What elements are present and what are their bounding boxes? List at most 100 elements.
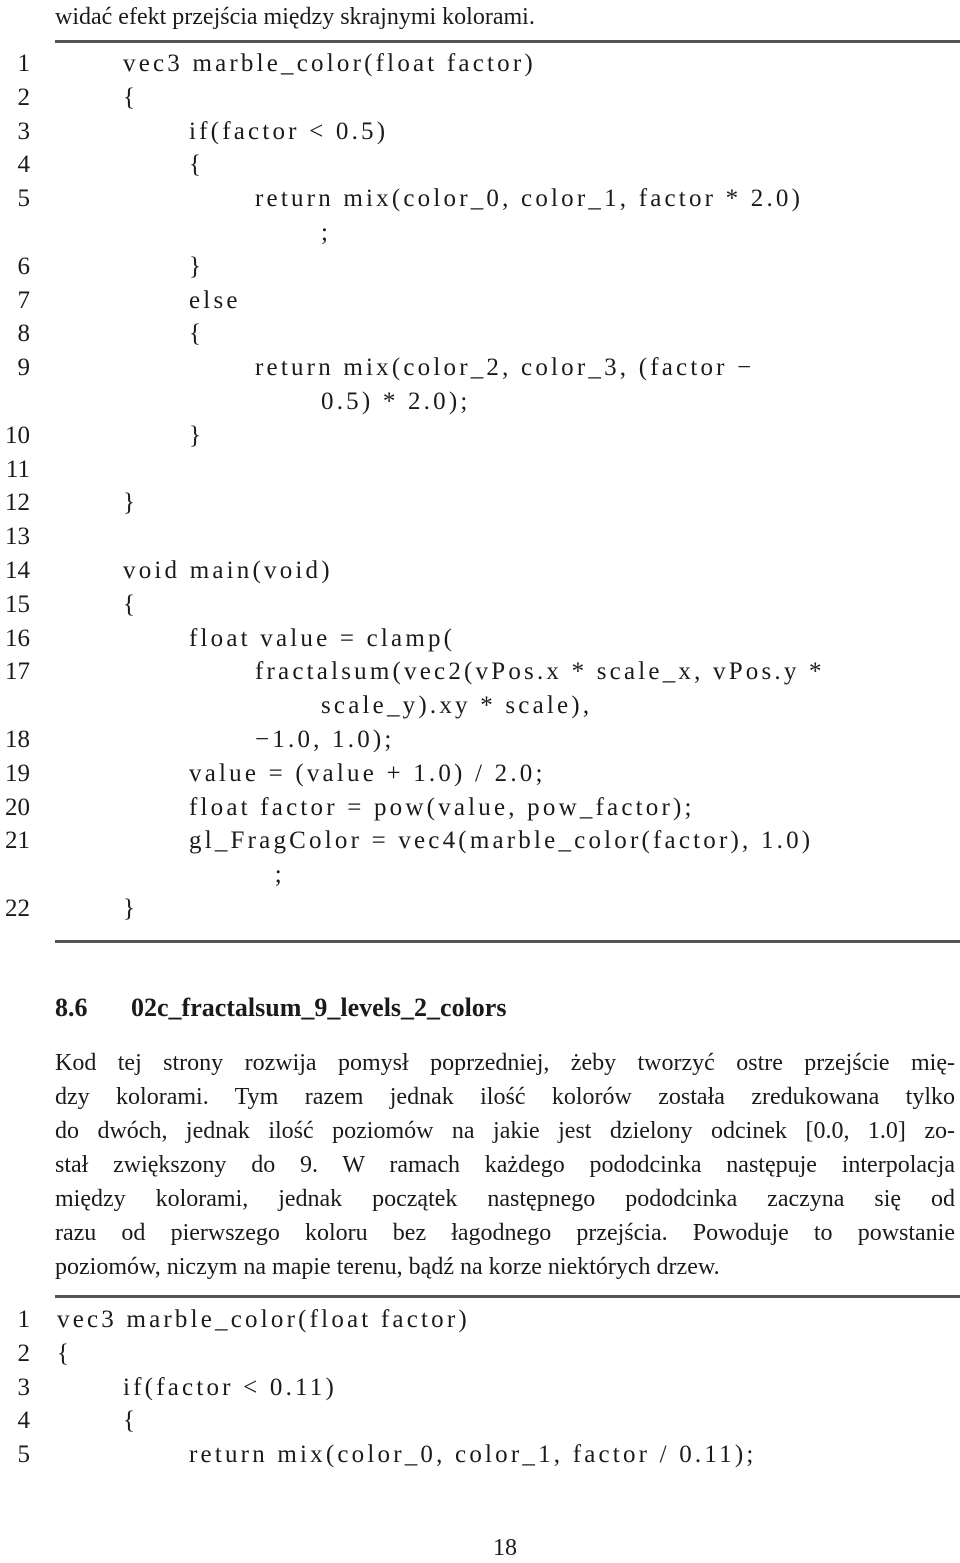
code-line: scale_y).xy * scale), (0, 689, 960, 723)
line-number: 3 (17, 117, 31, 145)
listing2-top-rule (55, 1295, 960, 1298)
code-line: 4{ (0, 148, 960, 182)
code-line: 2{ (0, 81, 960, 115)
section-heading: 8.6 02c_fractalsum_9_levels_2_colors (55, 993, 506, 1023)
code-line: 6} (0, 250, 960, 284)
code-text: { (123, 83, 139, 111)
code-line: 1 vec3 marble_color(float factor) (0, 47, 960, 81)
line-number: 11 (5, 455, 30, 483)
code-text: { (189, 151, 205, 179)
code-line: 18 −1.0, 1.0); (0, 723, 960, 757)
code-text: if(factor < 0.11) (123, 1373, 338, 1401)
code-text: ; (321, 219, 332, 246)
line-number: 10 (5, 421, 30, 449)
code-line: 11 (0, 453, 960, 487)
code-text: { (123, 1407, 139, 1435)
line-number: 15 (5, 590, 30, 618)
code-line: 2{ (0, 1337, 960, 1371)
code-line: ; (0, 216, 960, 250)
line-number: 20 (5, 793, 30, 821)
code-text: { (189, 320, 205, 348)
code-line: ; (0, 858, 960, 892)
code-line: 16 float value = clamp( (0, 622, 960, 656)
listing-bottom-rule (55, 940, 960, 943)
paragraph-line: poziomów, niczym na mapie terenu, bądź n… (55, 1254, 720, 1280)
line-number: 21 (5, 827, 30, 855)
line-number: 17 (5, 658, 30, 686)
code-text: scale_y).xy * scale), (321, 692, 593, 720)
line-number: 16 (5, 624, 30, 652)
code-text: if(factor < 0.5) (189, 117, 389, 145)
code-text: vec3 marble_color(float factor) (57, 1306, 470, 1333)
line-number: 1 (17, 50, 31, 77)
code-line: 5 return mix(color_0, color_1, factor * 2… (0, 182, 960, 216)
code-text: value = (value + 1.0) / 2.0; (189, 759, 546, 787)
line-number: 14 (5, 557, 30, 584)
page-number: 18 (493, 1535, 517, 1561)
line-number: 8 (17, 320, 31, 348)
code-text: ; (274, 861, 285, 889)
code-text: } (123, 895, 139, 922)
code-text: float factor = pow(value, pow_factor); (189, 793, 695, 821)
document-page: widać efekt przejścia między skrajnymi k… (0, 0, 960, 1563)
code-text: return mix(color_0, color_1, factor / 0.… (189, 1441, 757, 1469)
line-number: 1 (17, 1306, 31, 1333)
code-line: 20 float factor = pow(value, pow_factor); (0, 791, 960, 825)
code-line: 19 value = (value + 1.0) / 2.0; (0, 757, 960, 791)
code-line: 10} (0, 419, 960, 453)
code-line: 17 fractalsum(vec2(vPos.x * scale_x, vPos… (0, 655, 960, 689)
intro-text: widać efekt przejścia między skrajnymi k… (55, 4, 535, 30)
code-line: 21 gl_FragColor = vec4(marble_color(facto… (0, 824, 960, 858)
paragraph-line: razu od pierwszego koloru bez łagodnego … (55, 1220, 955, 1246)
paragraph-line: między kolorami, jednak początek następn… (55, 1186, 955, 1212)
code-text: −1.0, 1.0); (255, 726, 395, 753)
line-number: 7 (17, 286, 31, 314)
code-text: 0.5) * 2.0); (321, 388, 471, 415)
code-line: 5 return mix(color_0, color_1, factor / 0… (0, 1438, 960, 1472)
line-number: 4 (17, 1407, 31, 1435)
code-text: void main(void) (123, 557, 333, 584)
code-text: vec3 marble_color(float factor) (123, 50, 536, 77)
line-number: 12 (5, 489, 30, 517)
paragraph-line: stał zwiększony do 9. W ramach każdego p… (55, 1152, 955, 1178)
code-line: 7 else (0, 284, 960, 318)
code-text: } (123, 489, 139, 517)
code-line: 12} (0, 486, 960, 520)
line-number: 2 (17, 83, 31, 111)
line-number: 5 (17, 185, 31, 213)
code-text: gl_FragColor = vec4(marble_color(factor)… (189, 827, 814, 855)
code-line: 22} (0, 892, 960, 926)
code-text: fractalsum(vec2(vPos.x * scale_x, vPos.y… (255, 658, 825, 686)
code-text: } (189, 252, 205, 280)
code-line: 15 { (0, 588, 960, 622)
paragraph-line: dzy kolorami. Tym razem jednak ilość kol… (55, 1084, 955, 1110)
code-line: 0.5) * 2.0); (0, 385, 960, 419)
line-number: 5 (17, 1441, 31, 1469)
code-text: { (57, 1339, 73, 1367)
code-text: } (189, 421, 205, 449)
code-line: 3 if(factor < 0.5) (0, 115, 960, 149)
line-number: 9 (17, 354, 31, 382)
code-line: 9 return mix(color_2, color_3, (factor − (0, 351, 960, 385)
code-text: return mix(color_2, color_3, (factor − (255, 354, 755, 382)
code-text: float value = clamp( (189, 624, 456, 652)
code-text: { (123, 590, 139, 618)
line-number: 19 (5, 759, 30, 787)
code-text: return mix(color_0, color_1, factor * 2.… (255, 185, 804, 213)
paragraph-line: do dwóch, jednak ilość poziomów na jakie… (55, 1118, 955, 1144)
line-number: 13 (5, 523, 30, 551)
line-number: 4 (17, 151, 31, 179)
section-number: 8.6 (55, 993, 88, 1022)
listing-top-rule (55, 40, 960, 43)
line-number: 3 (17, 1373, 31, 1401)
paragraph-line: Kod tej strony rozwija pomysł poprzednie… (55, 1050, 955, 1076)
code-text: else (189, 286, 241, 314)
code-line: 3 if(factor < 0.11) (0, 1371, 960, 1405)
section-title-text: 02c_fractalsum_9_levels_2_colors (131, 993, 507, 1022)
line-number: 6 (17, 252, 31, 280)
line-number: 2 (17, 1339, 31, 1367)
line-number: 18 (5, 726, 30, 753)
line-number: 22 (5, 895, 30, 922)
code-line: 4{ (0, 1404, 960, 1438)
code-line: 14 void main(void) (0, 554, 960, 588)
